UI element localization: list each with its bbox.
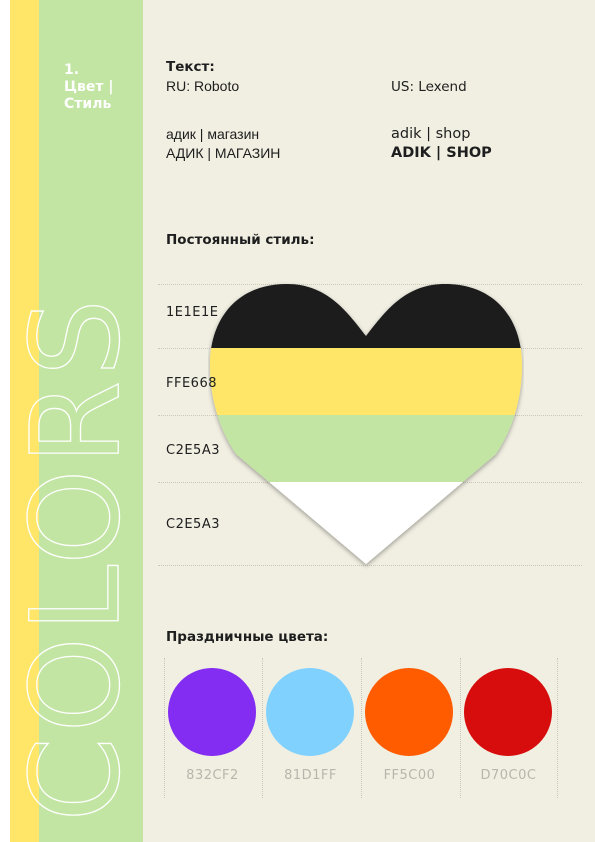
text-heading: Текст: bbox=[166, 59, 215, 75]
colors-vertical-title: COLORS bbox=[10, 294, 130, 822]
swatch-blue: 81D1FF bbox=[262, 658, 359, 798]
us-uppercase-sample: ADIK | SHOP bbox=[391, 145, 492, 161]
heart-band-black bbox=[210, 284, 522, 348]
holiday-colors-heading: Праздничные цвета: bbox=[166, 629, 329, 645]
heart-band-yellow bbox=[210, 348, 522, 415]
palette-page: COLORS 1. Цвет | Стиль Текст: RU: Roboto… bbox=[10, 0, 595, 842]
ru-uppercase-sample: АДИК | МАГАЗИН bbox=[166, 145, 281, 161]
heart-band-green bbox=[210, 415, 522, 482]
hex-label-white: C2E5A3 bbox=[166, 517, 220, 532]
swatch-hex: D70C0C bbox=[480, 768, 537, 783]
hex-label-green: C2E5A3 bbox=[166, 443, 220, 458]
us-font-label: US: Lexend bbox=[391, 79, 467, 95]
color-circle bbox=[464, 668, 552, 756]
swatch-hex: 81D1FF bbox=[284, 768, 337, 783]
hex-label-black: 1E1E1E bbox=[166, 305, 219, 320]
hex-label-yellow: FFE668 bbox=[166, 376, 217, 391]
swatch-purple: 832CF2 bbox=[164, 658, 261, 798]
section-title-line2: Стиль bbox=[64, 96, 112, 112]
ru-font-label: RU: Roboto bbox=[166, 78, 240, 94]
section-heading: 1. Цвет | Стиль bbox=[64, 62, 134, 113]
heart-band-white bbox=[210, 482, 522, 564]
swatch-red: D70C0C bbox=[460, 658, 558, 798]
color-circle bbox=[266, 668, 354, 756]
divider bbox=[557, 658, 558, 798]
color-circle bbox=[168, 668, 256, 756]
constant-style-heading: Постоянный стиль: bbox=[166, 232, 315, 248]
swatch-hex: 832CF2 bbox=[186, 768, 239, 783]
swatch-orange: FF5C00 bbox=[361, 658, 458, 798]
heart-color-stack bbox=[210, 284, 522, 564]
color-circle bbox=[365, 668, 453, 756]
section-number: 1. bbox=[64, 62, 80, 78]
section-title-line1: Цвет | bbox=[64, 79, 114, 95]
swatch-hex: FF5C00 bbox=[383, 768, 436, 783]
ru-lowercase-sample: адик | магазин bbox=[166, 126, 260, 142]
us-lowercase-sample: adik | shop bbox=[391, 126, 471, 142]
vertical-word: COLORS bbox=[10, 295, 130, 822]
